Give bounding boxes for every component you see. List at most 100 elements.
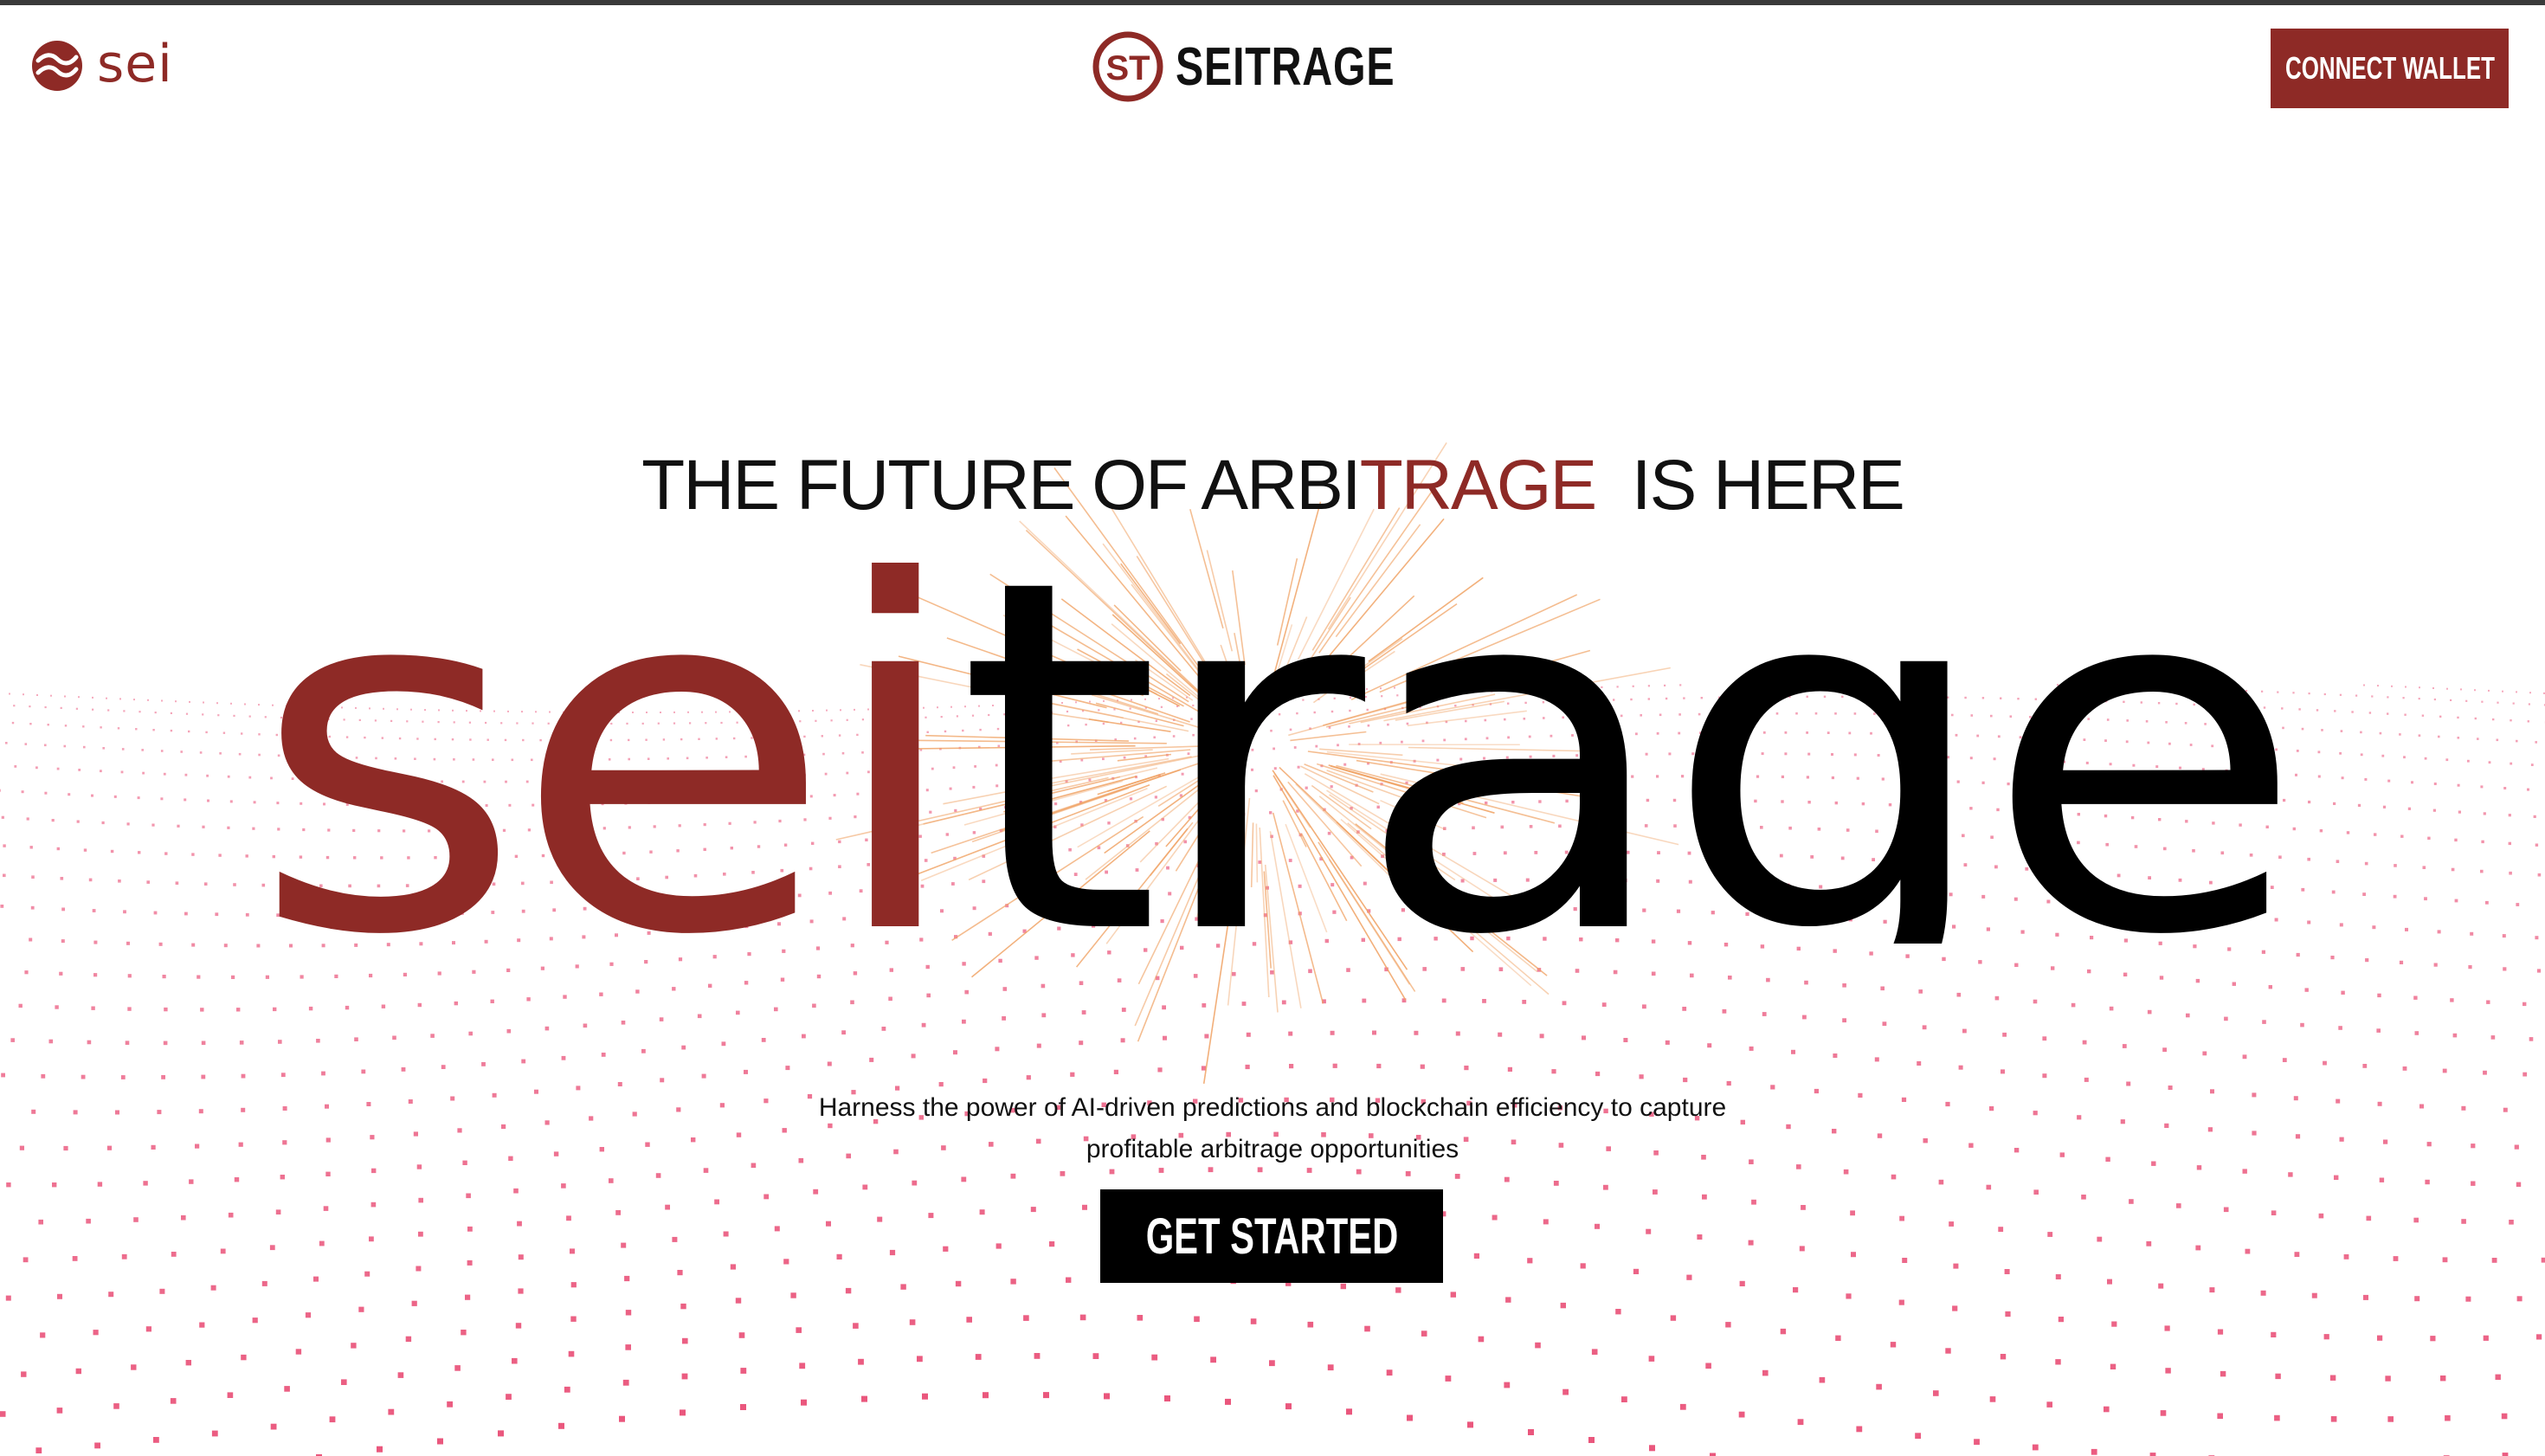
particle-dot — [619, 1415, 625, 1422]
particle-dot — [230, 702, 232, 705]
particle-dot — [2379, 1177, 2385, 1182]
particle-dot — [1801, 1205, 1806, 1210]
particle-dot — [233, 883, 236, 886]
particle-dot — [815, 946, 821, 950]
particle-dot — [2376, 1028, 2381, 1033]
particle-dot — [31, 875, 35, 879]
particle-dot — [2242, 1054, 2247, 1060]
particle-dot — [1455, 1031, 1460, 1036]
particle-dot — [2387, 779, 2391, 783]
particle-dot — [2508, 841, 2511, 846]
particle-dot — [83, 848, 87, 852]
particle-dot — [1421, 1330, 1427, 1337]
sei-logo-link[interactable]: sei — [31, 38, 173, 92]
particle-dot — [1962, 1028, 1967, 1034]
particle-dot — [3, 873, 6, 878]
particle-dot — [2430, 1336, 2436, 1342]
particle-dot — [1639, 1074, 1644, 1079]
particle-dot — [2491, 1258, 2497, 1263]
particle-dot — [1285, 1403, 1292, 1410]
particle-dot — [334, 974, 338, 978]
particle-dot — [1802, 1015, 1807, 1020]
particle-dot — [184, 798, 187, 802]
particle-dot — [1288, 1031, 1293, 1036]
particle-dot — [191, 853, 195, 856]
particle-dot — [199, 751, 203, 754]
particle-dot — [467, 1260, 473, 1266]
particle-dot — [123, 910, 126, 914]
particle-dot — [23, 693, 24, 696]
particle-dot — [218, 854, 222, 857]
tagline-suffix: IS HERE — [1614, 446, 1905, 525]
particle-dot — [23, 1257, 29, 1263]
particle-dot — [2471, 1181, 2476, 1186]
particle-dot — [850, 944, 854, 948]
particle-dot — [401, 1067, 406, 1072]
particle-dot — [2413, 995, 2418, 1000]
particle-dot — [441, 1065, 446, 1069]
particle-dot — [2339, 923, 2343, 927]
particle-dot — [100, 770, 102, 773]
particle-dot — [799, 1363, 806, 1369]
particle-dot — [2227, 947, 2232, 951]
particle-dot — [1603, 1184, 1608, 1190]
particle-dot — [430, 1034, 435, 1038]
particle-dot — [38, 1219, 43, 1225]
particle-dot — [2232, 982, 2236, 986]
particle-dot — [1974, 1439, 1980, 1446]
particle-dot — [635, 989, 640, 994]
particle-dot — [2107, 1279, 2112, 1285]
particle-dot — [1308, 969, 1312, 974]
particle-dot — [203, 882, 208, 886]
particle-dot — [202, 825, 205, 828]
particle-dot — [1270, 970, 1274, 975]
particle-dot — [147, 699, 149, 701]
particle-dot — [2295, 773, 2297, 776]
particle-dot — [1580, 1263, 1586, 1269]
particle-dot — [2193, 944, 2197, 949]
particle-dot — [785, 1066, 790, 1071]
particle-dot — [2147, 1009, 2152, 1015]
get-started-button[interactable]: GET STARTED — [1100, 1189, 1443, 1283]
particle-dot — [1539, 1034, 1544, 1039]
particle-dot — [2339, 693, 2342, 696]
particle-dot — [411, 1300, 417, 1306]
particle-dot — [826, 1221, 831, 1227]
particle-dot — [86, 1218, 91, 1224]
particle-dot — [625, 1310, 632, 1316]
particle-dot — [72, 1256, 78, 1261]
particle-dot — [91, 794, 93, 797]
particle-dot — [1933, 1390, 1939, 1396]
particle-dot — [185, 712, 189, 715]
particle-dot — [416, 1266, 422, 1272]
particle-dot — [672, 1236, 678, 1242]
particle-dot — [1649, 1445, 1655, 1452]
particle-dot — [108, 1292, 114, 1298]
particle-dot — [2424, 897, 2427, 901]
particle-dot — [1079, 1314, 1086, 1321]
particle-dot — [60, 877, 64, 880]
particle-dot — [1225, 1398, 1231, 1405]
particle-dot — [2334, 710, 2336, 712]
particle-dot — [2377, 993, 2381, 998]
connect-wallet-button[interactable]: CONNECT WALLET — [2271, 29, 2509, 108]
particle-dot — [858, 1358, 864, 1365]
particle-dot — [2457, 737, 2460, 739]
particle-dot — [2274, 1414, 2280, 1421]
particle-dot — [1026, 1075, 1031, 1080]
particle-dot — [170, 729, 173, 732]
particle-dot — [164, 1007, 168, 1012]
particle-dot — [199, 1322, 205, 1328]
particle-dot — [197, 975, 201, 979]
particle-dot — [1739, 1280, 1745, 1286]
particle-dot — [2365, 958, 2369, 963]
particle-dot — [75, 707, 78, 710]
particle-dot — [1120, 1038, 1125, 1043]
particle-dot — [252, 1317, 258, 1324]
particle-dot — [472, 970, 476, 974]
particle-dot — [566, 1215, 571, 1221]
particle-dot — [2474, 689, 2476, 692]
brand-logo-link[interactable]: ST SEITRAGE — [1092, 31, 1457, 102]
particle-dot — [215, 912, 219, 917]
particle-dot — [405, 1336, 412, 1343]
